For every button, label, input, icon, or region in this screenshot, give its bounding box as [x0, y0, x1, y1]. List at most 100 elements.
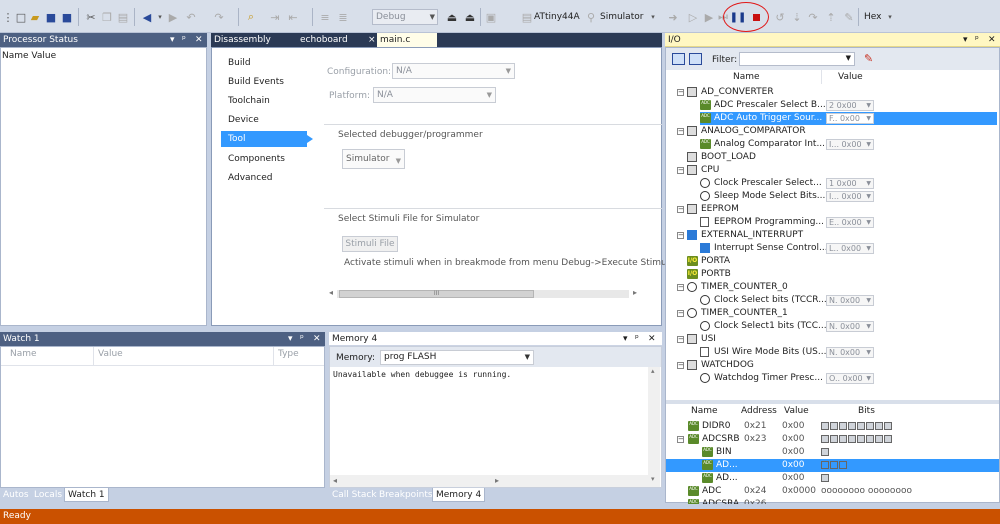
reg-column-value[interactable]: Value: [784, 406, 809, 416]
vertical-scrollbar[interactable]: ▴ ▾: [648, 367, 660, 487]
scroll-left-icon[interactable]: ◂: [329, 288, 333, 297]
scroll-left-icon[interactable]: ◂: [333, 476, 337, 485]
io-row-name[interactable]: Clock Prescaler Select...: [714, 178, 822, 188]
io-row-name[interactable]: AD_CONVERTER: [701, 87, 774, 97]
debugger-select[interactable]: Simulator ▼: [342, 149, 405, 169]
continue-icon[interactable]: ➜: [666, 9, 680, 25]
collapse-toggle-icon[interactable]: −: [677, 232, 684, 239]
collapse-toggle-icon[interactable]: −: [677, 284, 684, 291]
register-value[interactable]: 0x0000: [782, 486, 816, 496]
configuration-select[interactable]: N/A ▼: [392, 63, 515, 79]
io-row-name[interactable]: EXTERNAL_INTERRUPT: [701, 230, 803, 240]
bit-checkbox[interactable]: [884, 435, 892, 443]
nav-build-events[interactable]: Build Events: [228, 77, 284, 87]
bit-checkbox[interactable]: [821, 435, 829, 443]
io-row-value[interactable]: N. 0x00 ▼: [826, 321, 874, 332]
cut-icon[interactable]: ✂: [84, 9, 98, 25]
io-row-value[interactable]: E.. 0x00 ▼: [826, 217, 874, 228]
io-row-name[interactable]: EEPROM: [701, 204, 739, 214]
build-icon[interactable]: ⏏: [444, 9, 460, 25]
uncomment-icon[interactable]: ≣: [336, 9, 350, 25]
collapse-toggle-icon[interactable]: −: [677, 89, 684, 96]
dropdown-icon[interactable]: ▾: [623, 332, 628, 346]
nav-device[interactable]: Device: [228, 115, 259, 125]
tab-autos[interactable]: Autos: [0, 488, 32, 502]
find-icon[interactable]: ⌕: [244, 9, 258, 25]
memory-select[interactable]: prog FLASH ▼: [380, 350, 534, 365]
step-out-icon[interactable]: ⇡: [824, 9, 838, 25]
tab-memory-4[interactable]: Memory 4: [432, 488, 486, 502]
reg-column-bits[interactable]: Bits: [858, 406, 875, 416]
io-row-name[interactable]: USI: [701, 334, 716, 344]
close-icon[interactable]: ✕: [313, 332, 321, 346]
bit-checkbox[interactable]: [848, 435, 856, 443]
dropdown-icon[interactable]: ▾: [288, 332, 293, 346]
chevron-down-icon[interactable]: ▼: [846, 54, 851, 62]
io-row-value[interactable]: 1 0x00 ▼: [826, 178, 874, 189]
device-programming-icon[interactable]: ▣: [484, 9, 498, 25]
collapse-toggle-icon[interactable]: −: [677, 362, 684, 369]
io-row-value[interactable]: F.. 0x00 ▼: [826, 113, 874, 124]
watch-column-name[interactable]: Name: [10, 349, 37, 359]
bit-checkbox[interactable]: [821, 474, 829, 482]
register-value[interactable]: 0x00: [782, 434, 805, 444]
io-row-name[interactable]: PORTB: [701, 269, 731, 279]
undo-icon[interactable]: ↶: [184, 9, 198, 25]
io-view-icon[interactable]: [672, 53, 685, 65]
indent-icon[interactable]: ⇥: [268, 9, 282, 25]
close-icon[interactable]: ✕: [195, 33, 203, 47]
bit-checkbox[interactable]: [857, 422, 865, 430]
collapse-toggle-icon[interactable]: −: [677, 128, 684, 135]
copy-icon[interactable]: ❐: [100, 9, 114, 25]
open-folder-icon[interactable]: ▰: [28, 9, 42, 25]
nav-build[interactable]: Build: [228, 58, 251, 68]
bit-checkbox[interactable]: [821, 448, 829, 456]
device-label[interactable]: ATtiny44A: [534, 9, 580, 25]
tool-icon[interactable]: ⚲: [584, 9, 598, 25]
splitter[interactable]: [666, 400, 999, 404]
reset-icon[interactable]: ↺: [773, 9, 787, 25]
navigate-back-icon[interactable]: ◀: [140, 9, 154, 25]
pin-icon[interactable]: ᵖ: [635, 332, 639, 346]
bit-checkbox[interactable]: [839, 461, 847, 469]
io-row-value[interactable]: 2 0x00 ▼: [826, 100, 874, 111]
tool-label[interactable]: Simulator: [600, 9, 643, 25]
tab-echoboard[interactable]: echoboard: [297, 33, 365, 47]
bit-checkbox[interactable]: [839, 422, 847, 430]
io-row-value[interactable]: L.. 0x00 ▼: [826, 243, 874, 254]
clear-filter-icon[interactable]: ✎: [864, 52, 878, 65]
bit-checkbox[interactable]: [821, 422, 829, 430]
io-list-view-icon[interactable]: [689, 53, 702, 65]
breakpoint-icon[interactable]: ✎: [842, 9, 856, 25]
bit-checkbox[interactable]: [875, 435, 883, 443]
bit-checkbox[interactable]: [839, 435, 847, 443]
filter-input[interactable]: ▼: [739, 52, 855, 66]
watch-column-type[interactable]: Type: [278, 349, 299, 359]
navigate-forward-icon[interactable]: ▶: [166, 9, 180, 25]
collapse-toggle-icon[interactable]: −: [677, 310, 684, 317]
scroll-right-icon[interactable]: ▸: [633, 288, 637, 297]
io-row-name[interactable]: Clock Select bits (TCCR...: [714, 295, 827, 305]
scroll-right-icon[interactable]: ▸: [495, 476, 499, 485]
bit-checkbox[interactable]: [866, 422, 874, 430]
device-icon[interactable]: ▤: [520, 9, 534, 25]
tab-main-c[interactable]: main.c: [377, 33, 437, 47]
nav-toolchain[interactable]: Toolchain: [228, 96, 270, 106]
io-column-value[interactable]: Value: [838, 72, 863, 82]
bit-checkbox[interactable]: [830, 461, 838, 469]
pin-icon[interactable]: ᵖ: [182, 33, 186, 47]
bit-checkbox[interactable]: [830, 422, 838, 430]
io-column-name[interactable]: Name: [733, 72, 760, 82]
bit-checkbox[interactable]: [875, 422, 883, 430]
redo-icon[interactable]: ↷: [212, 9, 226, 25]
register-value[interactable]: 0x00: [782, 421, 805, 431]
io-row-value[interactable]: I... 0x00 ▼: [826, 139, 874, 150]
collapse-toggle-icon[interactable]: −: [677, 167, 684, 174]
watch-column-value[interactable]: Value: [98, 349, 123, 359]
io-row-value[interactable]: O.. 0x00 ▼: [826, 373, 874, 384]
io-row-name[interactable]: EEPROM Programming...: [714, 217, 824, 227]
io-row-name[interactable]: CPU: [701, 165, 719, 175]
reg-column-address[interactable]: Address: [741, 406, 777, 416]
new-file-icon[interactable]: □: [14, 9, 28, 25]
register-value[interactable]: 0x00: [782, 473, 805, 483]
